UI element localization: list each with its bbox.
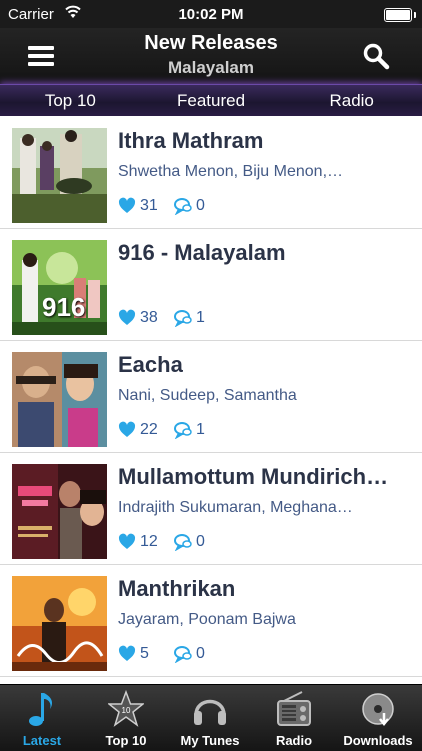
bottom-tab-bar: Latest 10 Top 10 My Tunes Radio Download… [0, 684, 422, 751]
album-art: 916 [12, 240, 107, 335]
segment-tabs: Top 10 Featured Radio [0, 84, 422, 117]
list-item[interactable]: Ithra Mathram Shwetha Menon, Biju Menon,… [0, 116, 422, 229]
likes-value: 12 [140, 533, 158, 550]
heart-icon [118, 533, 136, 549]
star-icon: 10 [108, 689, 144, 727]
likes-value: 38 [140, 309, 158, 326]
comments-value: 0 [196, 197, 205, 214]
language-subtitle[interactable]: Malayalam [0, 58, 422, 78]
comment-bubble-icon [174, 646, 192, 663]
page-title: New Releases [144, 32, 278, 54]
headphones-icon [194, 699, 226, 725]
clock: 10:02 PM [178, 6, 244, 23]
heart-icon [118, 645, 136, 661]
comments-value: 1 [196, 421, 205, 438]
likes-value: 31 [140, 197, 158, 214]
download-disc-icon [362, 693, 394, 727]
tabbar-label: Latest [22, 733, 62, 748]
status-bar: Carrier 10:02 PM [0, 0, 422, 28]
list-item[interactable]: Manthrikan Jayaram, Poonam Bajwa 5 0 [0, 564, 422, 677]
likes-value: 22 [140, 421, 158, 438]
tabbar-top-10[interactable]: 10 Top 10 [84, 685, 168, 751]
music-note-icon [29, 693, 52, 726]
comment-bubble-icon [174, 422, 192, 439]
navigation-bar: New Releases Malayalam [0, 28, 422, 84]
list-item[interactable]: 916 916 - Malayalam 38 1 [0, 228, 422, 341]
item-cast: Nani, Sudeep, Samantha [118, 387, 297, 404]
tab-featured[interactable]: Featured [141, 85, 282, 117]
tab-radio[interactable]: Radio [281, 85, 422, 117]
heart-icon [118, 197, 136, 213]
radio-icon [277, 691, 311, 726]
item-title: Manthrikan [118, 576, 236, 601]
item-title: 916 - Malayalam [118, 240, 286, 265]
tabbar-latest[interactable]: Latest [0, 685, 84, 751]
album-art [12, 128, 107, 223]
star-badge: 10 [122, 706, 131, 715]
comments-value: 0 [196, 645, 205, 662]
tabbar-radio[interactable]: Radio [252, 685, 336, 751]
item-cast: Jayaram, Poonam Bajwa [118, 611, 296, 628]
album-art [12, 464, 107, 559]
item-title: Mullamottum Mundirich… [118, 464, 389, 489]
item-cast: Shwetha Menon, Biju Menon,… [118, 163, 344, 180]
tabbar-label: Top 10 [105, 733, 147, 748]
tabbar-my-tunes[interactable]: My Tunes [168, 685, 252, 751]
comment-bubble-icon [174, 534, 192, 551]
tabbar-downloads[interactable]: Downloads [336, 685, 420, 751]
tabbar-label: My Tunes [180, 733, 240, 748]
item-title: Ithra Mathram [118, 128, 264, 153]
release-list: Ithra Mathram Shwetha Menon, Biju Menon,… [0, 116, 422, 684]
comments-value: 1 [196, 309, 205, 326]
search-icon[interactable] [362, 42, 390, 70]
list-item[interactable]: Mullamottum Mundirich… Indrajith Sukumar… [0, 452, 422, 565]
heart-icon [118, 309, 136, 325]
tab-top-10[interactable]: Top 10 [0, 85, 141, 117]
comment-bubble-icon [174, 198, 192, 215]
comments-value: 0 [196, 533, 205, 550]
poster-text: 916 [42, 292, 86, 322]
item-cast: Indrajith Sukumaran, Meghana… [118, 499, 353, 516]
likes-value: 5 [140, 645, 149, 662]
heart-icon [118, 421, 136, 437]
item-title: Eacha [118, 352, 183, 377]
tabbar-label: Radio [275, 733, 313, 748]
tabbar-label: Downloads [343, 733, 413, 748]
album-art [12, 352, 107, 447]
battery-icon [384, 8, 416, 22]
album-art [12, 576, 107, 671]
comment-bubble-icon [174, 310, 192, 327]
list-item[interactable]: Eacha Nani, Sudeep, Samantha 22 1 [0, 340, 422, 453]
